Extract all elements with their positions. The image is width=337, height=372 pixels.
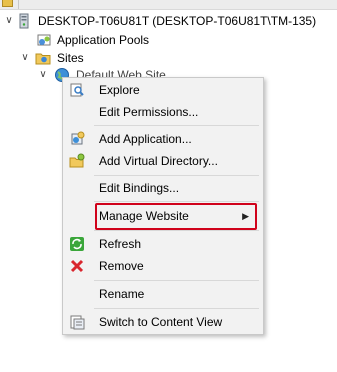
tree-node-sites[interactable]: ∨ Sites [0, 50, 337, 66]
menu-item-label: Add Virtual Directory... [99, 154, 218, 168]
menu-divider [94, 201, 259, 202]
menu-item-label: Remove [99, 259, 144, 273]
refresh-icon [69, 236, 85, 252]
folder-icon [2, 0, 13, 7]
chevron-down-icon[interactable]: ∨ [20, 50, 30, 66]
chevron-down-icon[interactable]: ∨ [38, 67, 48, 83]
remove-icon [69, 258, 85, 274]
menu-item-refresh[interactable]: Refresh [65, 233, 261, 255]
menu-item-label: Edit Bindings... [99, 181, 180, 195]
explore-icon [69, 82, 85, 98]
menu-item-label: Rename [99, 287, 145, 301]
toolbar-divider [18, 0, 19, 9]
server-icon [16, 13, 32, 29]
menu-item-label: Switch to Content View [99, 315, 223, 329]
menu-item-label: Refresh [99, 237, 142, 251]
content-view-icon [69, 314, 85, 330]
add-application-icon [69, 131, 85, 147]
app-pools-label: Application Pools [57, 33, 150, 47]
menu-item-add-application[interactable]: Add Application... [65, 128, 261, 150]
menu-item-edit-permissions[interactable]: Edit Permissions... [65, 101, 261, 123]
sites-folder-icon [35, 50, 51, 66]
menu-divider [94, 125, 259, 126]
sites-label: Sites [57, 51, 84, 65]
menu-item-label: Add Application... [99, 132, 192, 146]
menu-divider [94, 308, 259, 309]
menu-item-remove[interactable]: Remove [65, 255, 261, 277]
menu-item-add-virtual-directory[interactable]: Add Virtual Directory... [65, 150, 261, 172]
tree-node-app-pools[interactable]: Application Pools [0, 32, 337, 48]
add-virtual-directory-icon [69, 153, 85, 169]
menu-item-rename[interactable]: Rename [65, 283, 261, 305]
menu-divider [94, 280, 259, 281]
app-pools-icon [36, 32, 52, 48]
menu-item-label: Explore [99, 83, 140, 97]
menu-divider [94, 230, 259, 231]
tree-node-server[interactable]: ∨ DESKTOP-T06U81T (DESKTOP-T06U81T\TM-13… [0, 13, 337, 29]
highlight-box [95, 203, 257, 230]
menu-divider [94, 175, 259, 176]
server-label: DESKTOP-T06U81T (DESKTOP-T06U81T\TM-135) [38, 14, 317, 28]
toolbar-strip [0, 0, 337, 10]
chevron-down-icon[interactable]: ∨ [4, 13, 14, 29]
menu-item-explore[interactable]: Explore [65, 79, 261, 101]
menu-item-edit-bindings[interactable]: Edit Bindings... [65, 177, 261, 199]
menu-item-switch-to-content-view[interactable]: Switch to Content View [65, 311, 261, 333]
menu-item-label: Edit Permissions... [99, 105, 199, 119]
